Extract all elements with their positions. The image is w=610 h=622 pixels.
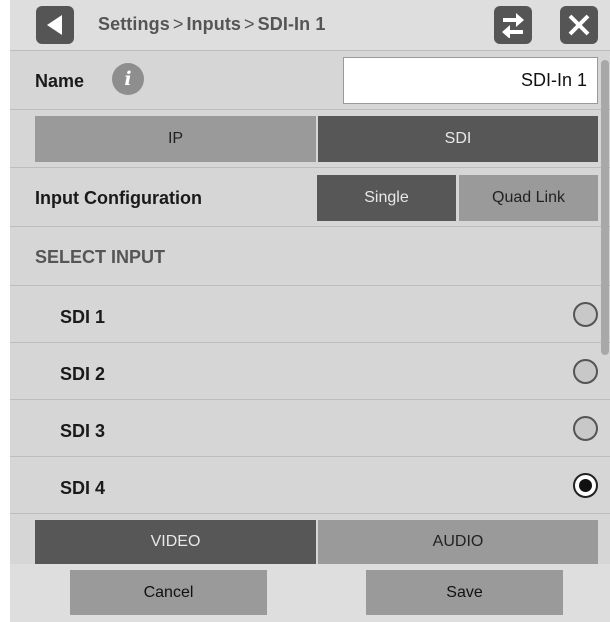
sdi-label: SDI 1 <box>60 307 106 327</box>
input-configuration-row: Input Configuration Single Quad Link <box>10 168 610 227</box>
radio-button[interactable] <box>573 302 598 327</box>
tab-audio[interactable]: AUDIO <box>318 520 598 564</box>
breadcrumb-separator: > <box>172 14 184 34</box>
breadcrumb-inputs[interactable]: Inputs <box>186 14 241 34</box>
back-button[interactable] <box>36 6 74 44</box>
radio-button-selected[interactable] <box>573 473 598 498</box>
header-bar: Settings > Inputs > SDI-In 1 <box>10 0 610 50</box>
list-item-sdi-3[interactable]: SDI 3 <box>10 400 610 457</box>
tab-sdi[interactable]: SDI <box>318 116 598 162</box>
back-arrow-icon <box>47 15 62 35</box>
close-button[interactable] <box>560 6 598 44</box>
tab-video[interactable]: VIDEO <box>35 520 316 564</box>
cancel-button[interactable]: Cancel <box>70 570 267 615</box>
name-input[interactable]: SDI-In 1 <box>343 57 598 104</box>
close-x-icon <box>568 14 590 36</box>
breadcrumb-settings[interactable]: Settings <box>98 14 170 34</box>
breadcrumb: Settings > Inputs > SDI-In 1 <box>98 14 325 35</box>
select-input-heading: SELECT INPUT <box>35 247 166 267</box>
breadcrumb-current: SDI-In 1 <box>257 14 326 34</box>
name-row: Name i SDI-In 1 <box>10 50 610 110</box>
sdi-label: SDI 2 <box>60 364 106 384</box>
name-label: Name <box>35 71 85 91</box>
radio-button[interactable] <box>573 416 598 441</box>
swap-button[interactable] <box>494 6 532 44</box>
quad-link-option[interactable]: Quad Link <box>459 175 598 221</box>
radio-button[interactable] <box>573 359 598 384</box>
list-item-sdi-1[interactable]: SDI 1 <box>10 286 610 343</box>
transport-row: IP SDI <box>10 110 610 168</box>
settings-panel: Settings > Inputs > SDI-In 1 Name i SDI-In 1… <box>10 0 610 622</box>
save-button[interactable]: Save <box>366 570 563 615</box>
sdi-label: SDI 3 <box>60 421 106 441</box>
footer-bar: Cancel Save <box>10 564 610 622</box>
swap-arrows-icon <box>502 13 524 38</box>
list-item-sdi-4[interactable]: SDI 4 <box>10 457 610 514</box>
breadcrumb-separator: > <box>244 14 255 34</box>
info-icon[interactable]: i <box>112 63 144 95</box>
scrollbar[interactable] <box>601 60 609 355</box>
select-input-heading-row: SELECT INPUT <box>10 227 610 286</box>
media-tabs-row: VIDEO AUDIO <box>10 514 610 564</box>
input-configuration-label: Input Configuration <box>35 188 202 208</box>
tab-ip[interactable]: IP <box>35 116 316 162</box>
sdi-label: SDI 4 <box>60 478 106 498</box>
list-item-sdi-2[interactable]: SDI 2 <box>10 343 610 400</box>
single-option[interactable]: Single <box>317 175 456 221</box>
